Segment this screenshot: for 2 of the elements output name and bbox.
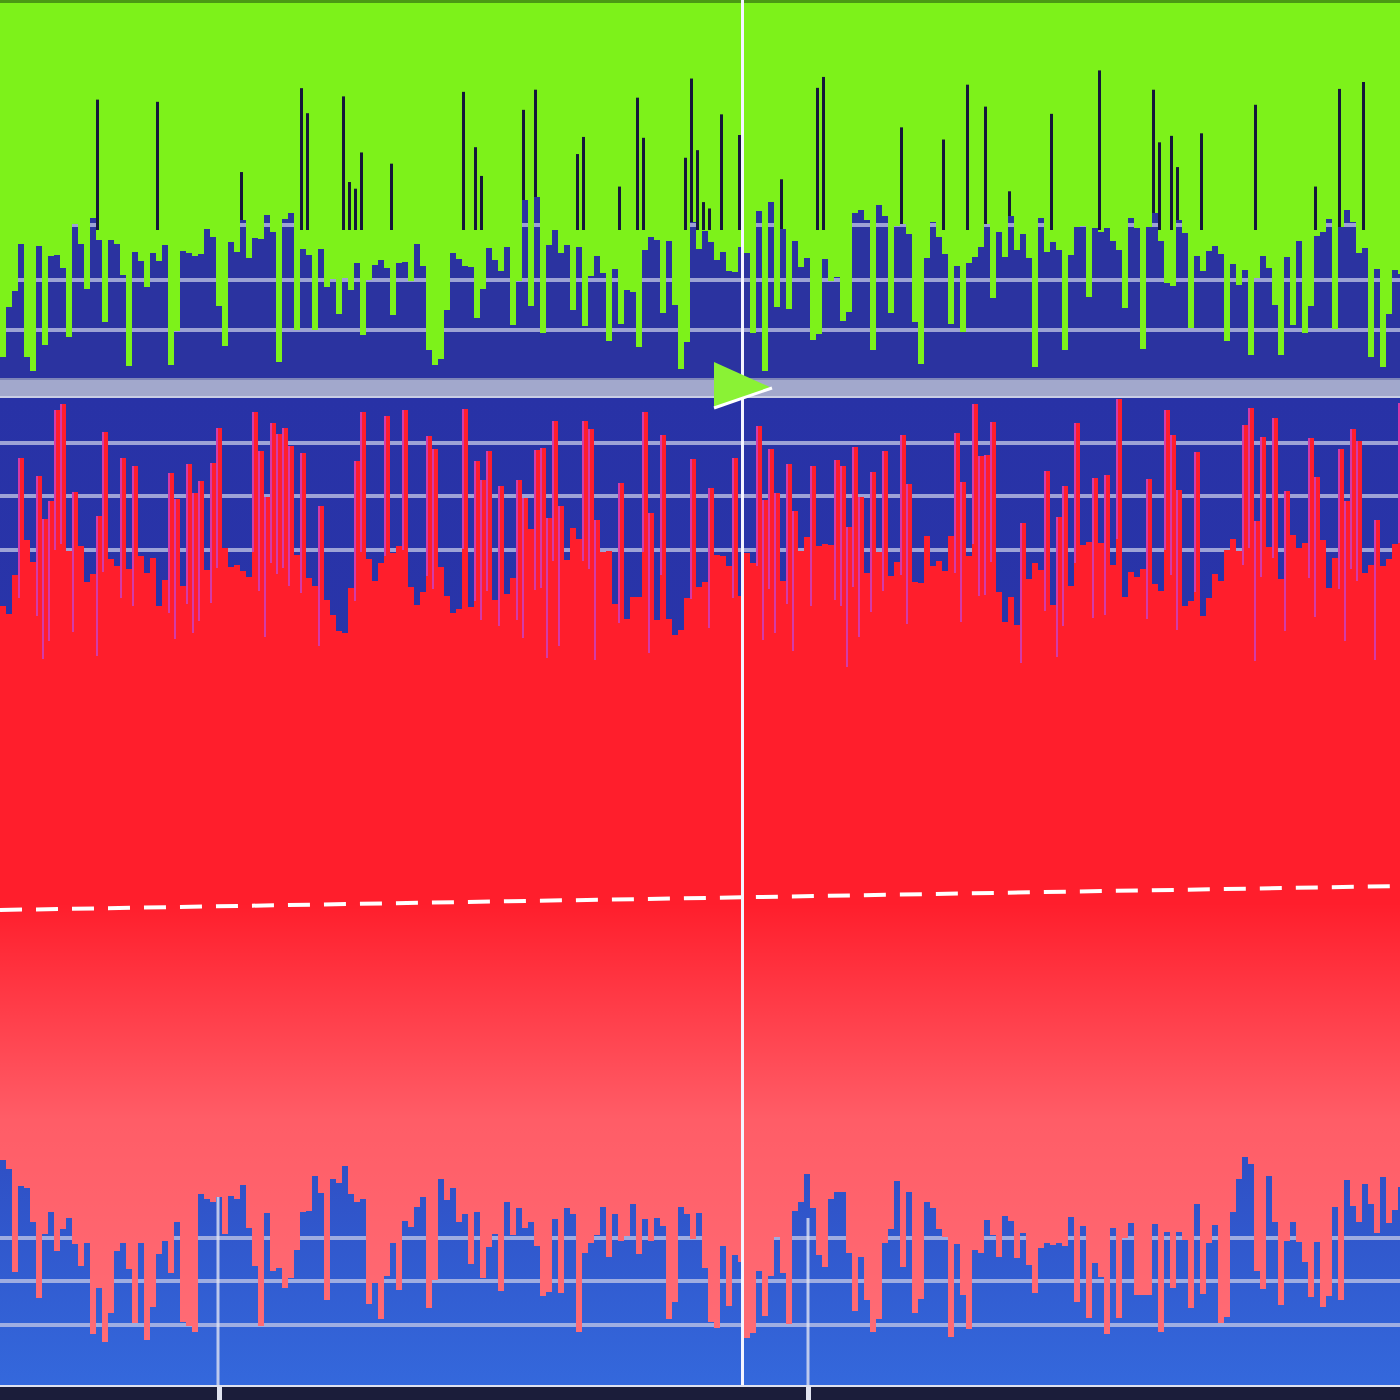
playhead-marker-icon[interactable] xyxy=(712,360,774,410)
scroll-bar[interactable] xyxy=(0,1385,1400,1400)
